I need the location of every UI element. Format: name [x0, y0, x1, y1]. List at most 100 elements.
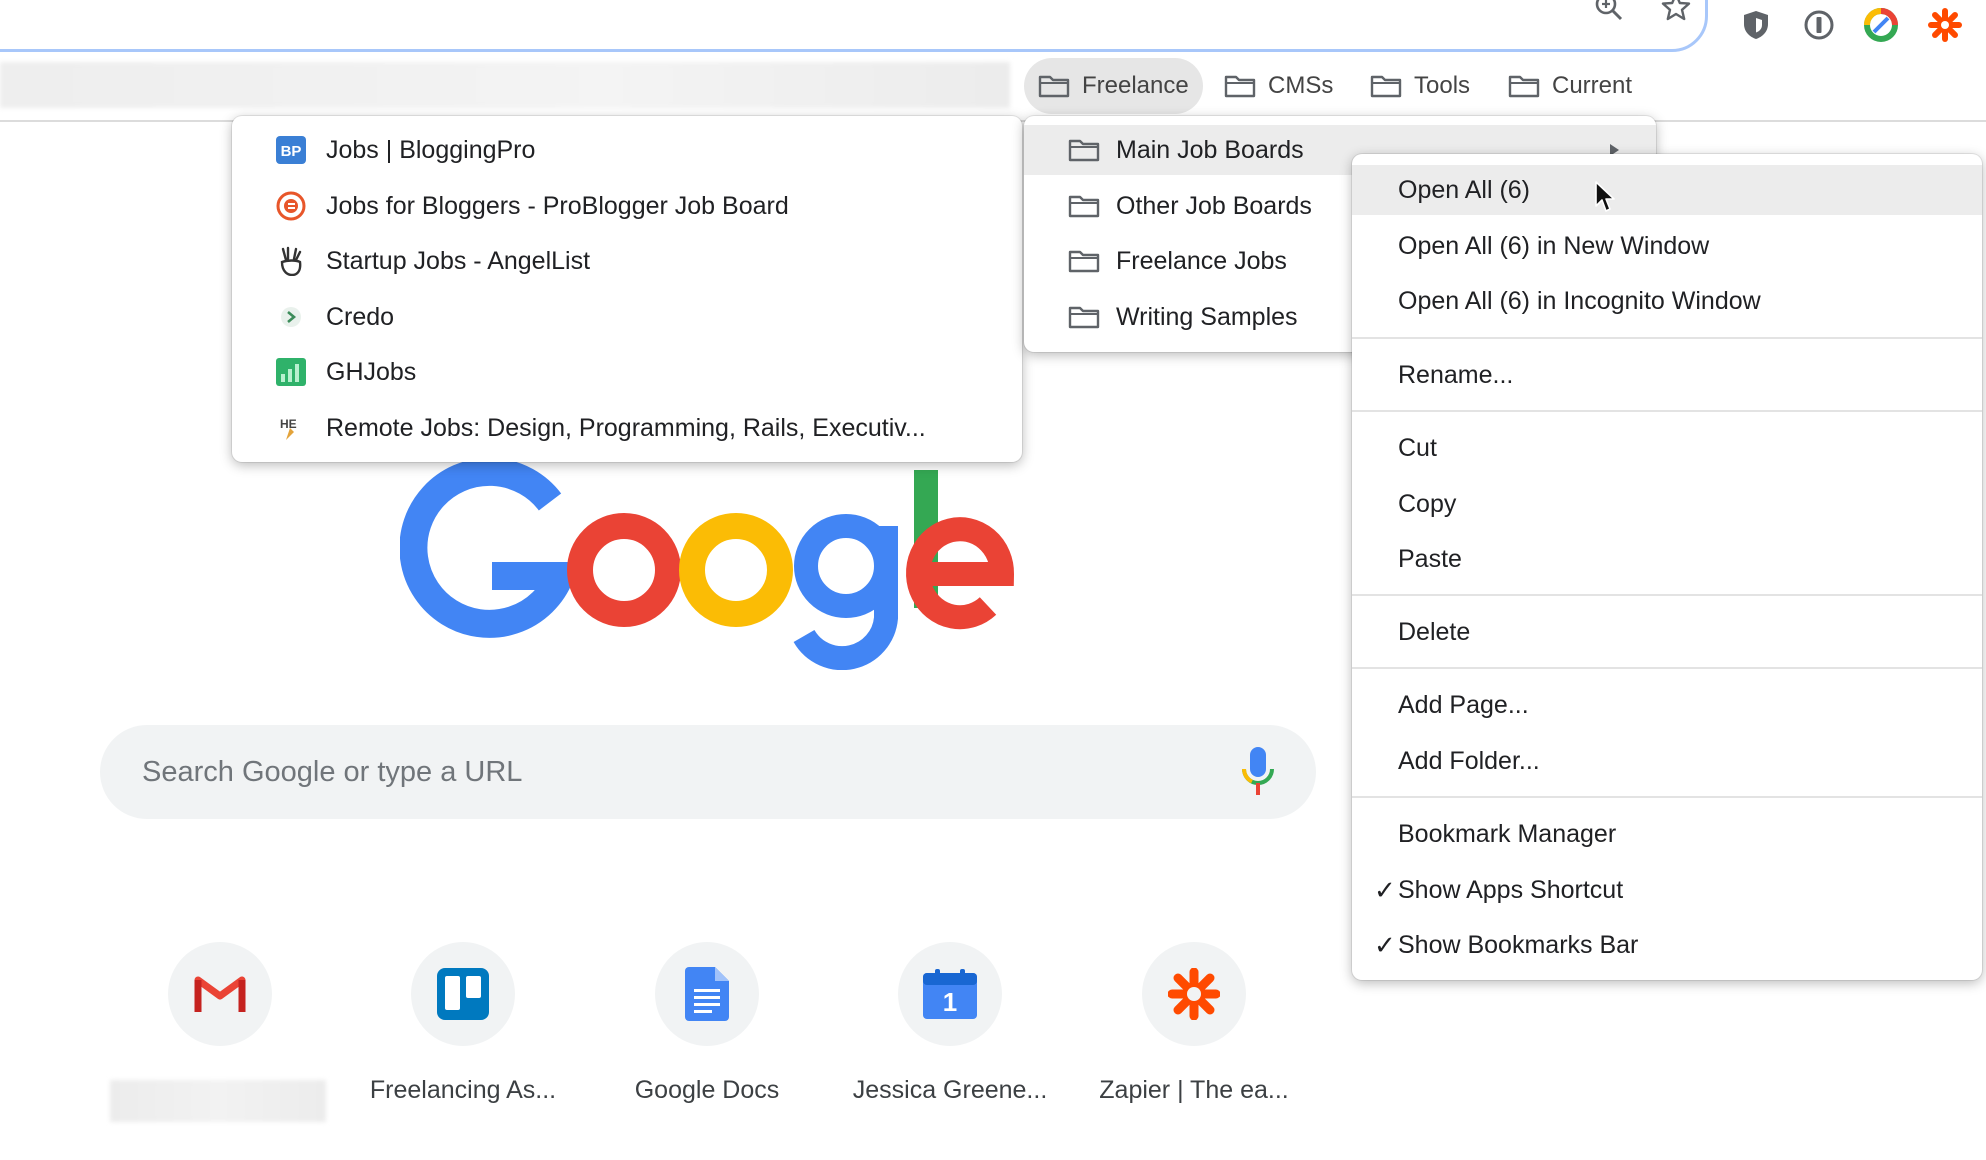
google-logo	[400, 457, 1015, 670]
microphone-icon[interactable]	[1238, 745, 1278, 799]
shortcut-tile[interactable]: Freelancing As...	[353, 942, 573, 1122]
bookmark-link-problogger[interactable]: Jobs for Bloggers - ProBlogger Job Board	[232, 181, 1022, 231]
context-add-page[interactable]: Add Page...	[1352, 680, 1982, 730]
svg-text:BP: BP	[281, 143, 302, 160]
context-bookmark-manager[interactable]: Bookmark Manager	[1352, 809, 1982, 859]
address-bar[interactable]	[0, 0, 1708, 52]
context-copy[interactable]: Copy	[1352, 479, 1982, 529]
context-open-all[interactable]: Open All (6)	[1352, 165, 1982, 215]
remote-jobs-icon: HE	[276, 413, 306, 443]
ghjobs-icon	[276, 357, 306, 387]
context-rename[interactable]: Rename...	[1352, 350, 1982, 400]
bookmark-link-label: GHJobs	[326, 357, 417, 386]
bookmark-folder-label: Tools	[1414, 72, 1471, 99]
shortcut-tile[interactable]: Zapier | The ea...	[1084, 942, 1304, 1122]
zapier-icon	[1168, 968, 1220, 1020]
context-show-bookmarks-bar[interactable]: ✓ Show Bookmarks Bar	[1352, 920, 1982, 970]
password-manager-icon[interactable]	[1801, 7, 1837, 43]
context-delete[interactable]: Delete	[1352, 607, 1982, 657]
context-item-label: Open All (6) in New Window	[1398, 231, 1710, 260]
bookmark-link-remote-jobs[interactable]: HE Remote Jobs: Design, Programming, Rai…	[232, 403, 1022, 453]
blurred-bookmarks	[0, 62, 1010, 108]
folder-menu-label: Other Job Boards	[1116, 191, 1312, 220]
folder-icon	[1508, 75, 1540, 98]
context-item-label: Cut	[1398, 433, 1437, 462]
google-docs-icon	[685, 967, 729, 1021]
mouse-cursor-icon	[1595, 181, 1615, 212]
bookmark-link-label: Jobs for Bloggers - ProBlogger Job Board	[326, 191, 789, 220]
bookmark-link-label: Remote Jobs: Design, Programming, Rails,…	[326, 413, 926, 442]
bookmark-folder-label: CMSs	[1268, 72, 1334, 99]
menu-separator	[1352, 796, 1982, 798]
bookmark-link-angellist[interactable]: Startup Jobs - AngelList	[232, 236, 1022, 286]
gmail-icon	[194, 976, 246, 1012]
shortcut-tile[interactable]: Google Docs	[597, 942, 817, 1122]
zapier-extension-icon[interactable]	[1927, 7, 1963, 43]
main-job-boards-submenu: BP Jobs | BloggingPro Jobs for Bloggers …	[232, 116, 1022, 462]
menu-separator	[1352, 594, 1982, 596]
bookmark-folder-freelance[interactable]: Freelance	[1024, 58, 1203, 114]
zoom-icon[interactable]	[1593, 0, 1625, 23]
bookmark-context-menu: Open All (6) Open All (6) in New Window …	[1352, 154, 1982, 980]
folder-menu-label: Freelance Jobs	[1116, 246, 1287, 275]
shortcut-icon-circle	[1142, 942, 1246, 1046]
color-extension-icon[interactable]	[1863, 7, 1899, 43]
folder-icon	[1068, 139, 1100, 162]
bookmark-link-label: Credo	[326, 302, 395, 331]
folder-icon	[1068, 306, 1100, 329]
search-input[interactable]	[142, 749, 1142, 795]
context-item-label: Show Apps Shortcut	[1398, 875, 1624, 904]
context-show-apps-shortcut[interactable]: ✓ Show Apps Shortcut	[1352, 865, 1982, 915]
trello-icon	[437, 968, 489, 1020]
bookmark-folder-current[interactable]: Current	[1494, 58, 1646, 114]
context-item-label: Bookmark Manager	[1398, 819, 1617, 848]
bookmark-link-label: Startup Jobs - AngelList	[326, 246, 591, 275]
shortcut-icon-circle: 1	[898, 942, 1002, 1046]
context-item-label: Open All (6) in Incognito Window	[1398, 286, 1761, 315]
context-item-label: Paste	[1398, 544, 1462, 573]
context-item-label: Copy	[1398, 489, 1457, 518]
shortcut-tile[interactable]	[110, 942, 330, 1122]
context-item-label: Rename...	[1398, 360, 1514, 389]
shield-extension-icon[interactable]	[1738, 7, 1774, 43]
folder-menu-label: Writing Samples	[1116, 302, 1298, 331]
context-cut[interactable]: Cut	[1352, 423, 1982, 473]
calendar-day: 1	[942, 987, 958, 1017]
folder-icon	[1370, 75, 1402, 98]
blurred-shortcut-label	[110, 1080, 326, 1122]
folder-icon	[1224, 75, 1256, 98]
bookmark-link-bloggingpro[interactable]: BP Jobs | BloggingPro	[232, 125, 1022, 175]
context-item-label: Delete	[1398, 617, 1471, 646]
folder-icon	[1068, 250, 1100, 273]
bookmark-folder-label: Current	[1552, 72, 1633, 99]
bloggingpro-icon: BP	[276, 135, 306, 165]
svg-text:HE: HE	[280, 417, 297, 431]
google-calendar-icon: 1	[923, 969, 977, 1019]
shortcut-label: Jessica Greene...	[852, 1076, 1048, 1104]
checkmark-icon: ✓	[1374, 929, 1396, 960]
angellist-icon	[276, 246, 306, 276]
star-icon[interactable]	[1660, 0, 1692, 23]
shortcut-tile[interactable]: 1 Jessica Greene...	[840, 942, 1060, 1122]
context-paste[interactable]: Paste	[1352, 534, 1982, 584]
credo-icon	[276, 302, 306, 332]
bookmark-link-credo[interactable]: Credo	[232, 292, 1022, 342]
menu-separator	[1352, 410, 1982, 412]
bookmark-link-ghjobs[interactable]: GHJobs	[232, 347, 1022, 397]
menu-separator	[1352, 667, 1982, 669]
checkmark-icon: ✓	[1374, 874, 1396, 905]
context-open-all-new-window[interactable]: Open All (6) in New Window	[1352, 221, 1982, 271]
shortcut-icon-circle	[168, 942, 272, 1046]
context-item-label: Add Folder...	[1398, 746, 1540, 775]
bookmark-folder-tools[interactable]: Tools	[1356, 58, 1484, 114]
folder-icon	[1038, 75, 1070, 98]
folder-icon	[1068, 195, 1100, 218]
context-add-folder[interactable]: Add Folder...	[1352, 736, 1982, 786]
context-open-all-incognito[interactable]: Open All (6) in Incognito Window	[1352, 276, 1982, 326]
search-box[interactable]	[100, 725, 1316, 819]
context-item-label: Show Bookmarks Bar	[1398, 930, 1639, 959]
bookmark-folder-cmss[interactable]: CMSs	[1210, 58, 1347, 114]
shortcut-label: Freelancing As...	[369, 1076, 557, 1104]
shortcut-icon-circle	[411, 942, 515, 1046]
bookmark-folder-label: Freelance	[1082, 72, 1189, 99]
